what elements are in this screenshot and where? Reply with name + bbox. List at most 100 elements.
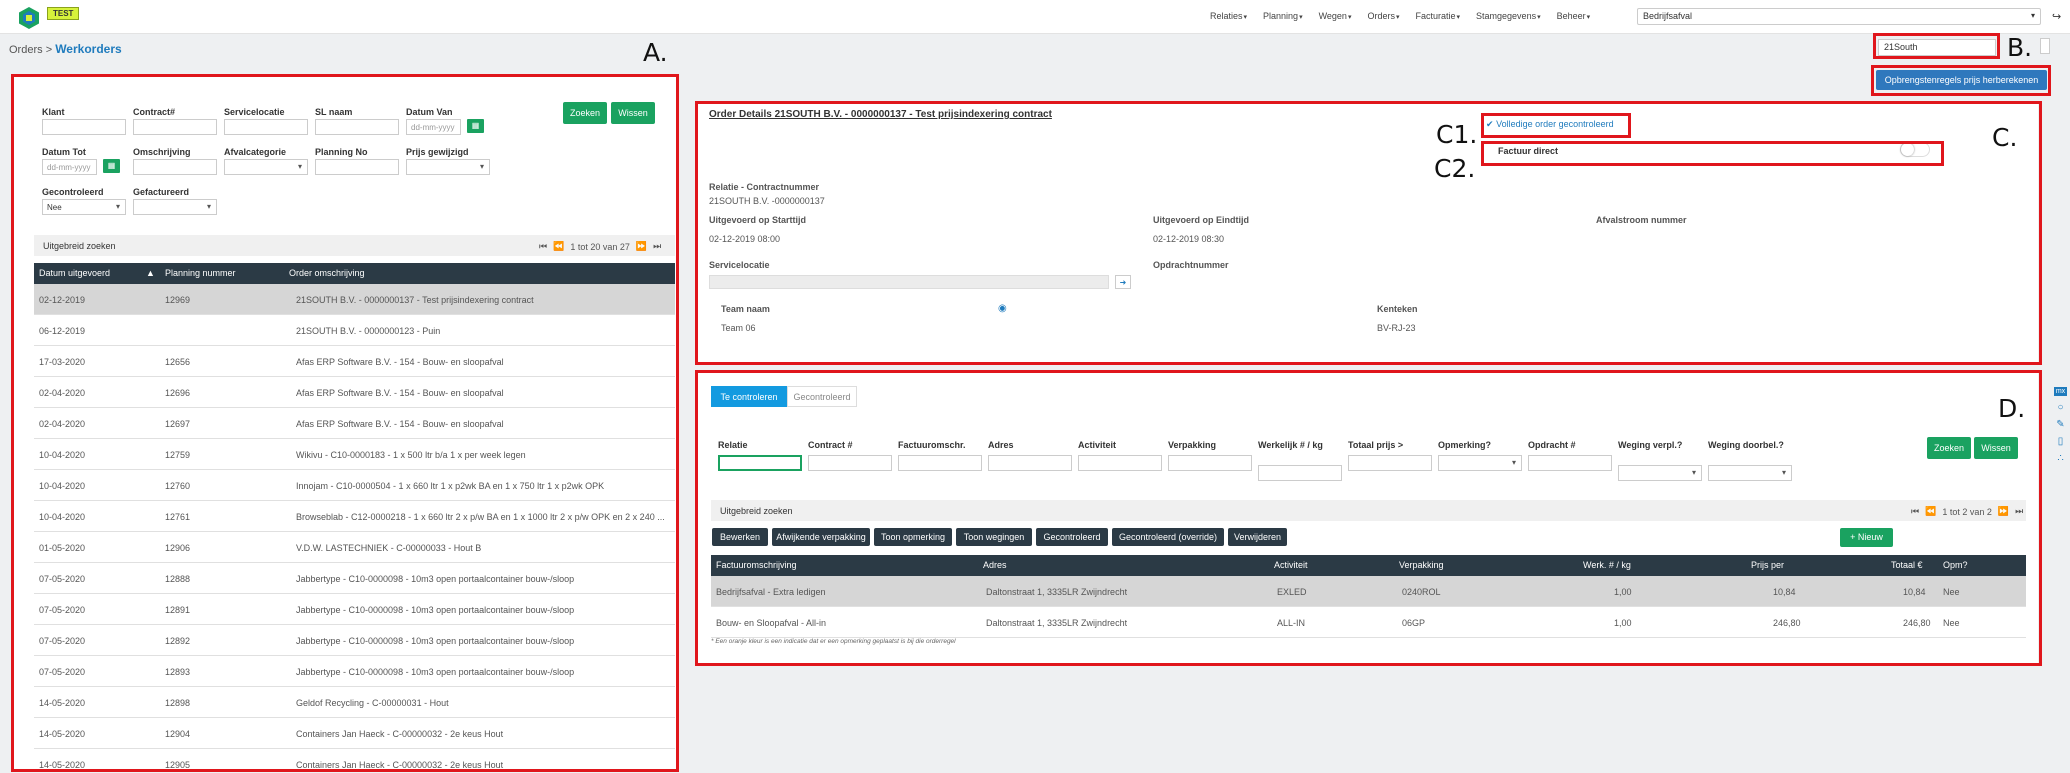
filter-omschrijving-input[interactable]: [133, 159, 217, 175]
filter-contract-input[interactable]: [133, 119, 217, 135]
filter-datum-tot-input[interactable]: dd-mm-yyyy: [42, 159, 97, 175]
col-werk-kg[interactable]: Werk. # / kg: [1583, 560, 1631, 570]
toon-opmerking-button[interactable]: Toon opmerking: [874, 528, 952, 546]
table-row[interactable]: 02-12-2019 12969 21SOUTH B.V. - 0000000137…: [34, 284, 675, 315]
lines-first-page-icon[interactable]: ⏮: [1911, 506, 1919, 517]
table-row[interactable]: 07-05-2020 12892 Jabbertype - C10-0000098 …: [34, 625, 675, 656]
lines-search-button[interactable]: Zoeken: [1927, 437, 1971, 459]
table-row[interactable]: 14-05-2020 12905 Containers Jan Haeck - C-…: [34, 749, 675, 773]
new-line-button[interactable]: + Nieuw: [1840, 528, 1893, 547]
table-row[interactable]: 10-04-2020 12761 Browseblab - C12-0000218 …: [34, 501, 675, 532]
table-row[interactable]: 14-05-2020 12898 Geldof Recycling - C-0000…: [34, 687, 675, 718]
line-filter-input[interactable]: [1708, 465, 1792, 481]
col-totaal[interactable]: Totaal €: [1891, 560, 1923, 570]
table-row[interactable]: 10-04-2020 12759 Wikivu - C10-0000183 - 1 …: [34, 439, 675, 470]
nav-beheer[interactable]: Beheer: [1557, 11, 1591, 21]
gecontroleerd-override-button[interactable]: Gecontroleerd (override): [1112, 528, 1224, 546]
table-row[interactable]: 07-05-2020 12893 Jabbertype - C10-0000098 …: [34, 656, 675, 687]
factuur-direct-toggle[interactable]: [1900, 142, 1930, 157]
gecontroleerd-button[interactable]: Gecontroleerd: [1036, 528, 1108, 546]
nav-stamgegevens[interactable]: Stamgegevens: [1476, 11, 1541, 21]
mx-icon[interactable]: mx: [2053, 387, 2068, 396]
nav-planning[interactable]: Planning: [1263, 11, 1303, 21]
next-page-icon[interactable]: ⏩: [636, 241, 647, 252]
filter-afvalcategorie-select[interactable]: [224, 159, 308, 175]
lines-clear-button[interactable]: Wissen: [1974, 437, 2018, 459]
line-filter-input[interactable]: [808, 455, 892, 471]
eye-icon[interactable]: ◉: [998, 303, 1007, 314]
verwijderen-button[interactable]: Verwijderen: [1228, 528, 1287, 546]
phone-icon[interactable]: ▯: [2058, 436, 2064, 447]
lines-prev-page-icon[interactable]: ⏪: [1925, 506, 1936, 517]
table-row[interactable]: Bedrijfsafval - Extra ledigen Daltonstraa…: [711, 576, 2026, 607]
col-prijs-per[interactable]: Prijs per: [1751, 560, 1784, 570]
tab-te-controleren[interactable]: Te controleren: [711, 386, 787, 407]
filter-clear-button[interactable]: Wissen: [611, 102, 655, 124]
line-filter-input[interactable]: [1618, 465, 1702, 481]
col-datum-uitgevoerd[interactable]: Datum uitgevoerd: [39, 268, 110, 278]
first-page-icon[interactable]: ⏮: [539, 241, 547, 252]
line-filter-input[interactable]: [1258, 465, 1342, 481]
table-row[interactable]: 07-05-2020 12888 Jabbertype - C10-0000098 …: [34, 563, 675, 594]
filter-sl-naam-input[interactable]: [315, 119, 399, 135]
tenant-select[interactable]: Bedrijfsafval: [1637, 8, 2041, 25]
line-filter-input[interactable]: [1078, 455, 1162, 471]
col-opm[interactable]: Opm?: [1943, 560, 1968, 570]
table-row[interactable]: 02-04-2020 12697 Afas ERP Software B.V. - …: [34, 408, 675, 439]
share-icon[interactable]: ∴: [2057, 453, 2063, 464]
extended-search-toggle[interactable]: Uitgebreid zoeken: [43, 241, 116, 251]
filter-datum-van-input[interactable]: dd-mm-yyyy: [406, 119, 461, 135]
line-filter-input[interactable]: [1348, 455, 1432, 471]
filter-prijs-gewijzigd-select[interactable]: [406, 159, 490, 175]
filter-gecontroleerd-select[interactable]: Nee: [42, 199, 126, 215]
toon-wegingen-button[interactable]: Toon wegingen: [956, 528, 1032, 546]
line-filter-input[interactable]: [718, 455, 802, 471]
line-filter-input[interactable]: [898, 455, 982, 471]
global-search-input[interactable]: 21South: [1878, 39, 1996, 56]
filter-servicelocatie-input[interactable]: [224, 119, 308, 135]
table-row[interactable]: 01-05-2020 12906 V.D.W. LASTECHNIEK - C-00…: [34, 532, 675, 563]
pencil-icon[interactable]: ✎: [2056, 419, 2064, 430]
last-page-icon[interactable]: ⏭: [653, 241, 661, 252]
filter-search-button[interactable]: Zoeken: [563, 102, 607, 124]
filter-klant-input[interactable]: [42, 119, 126, 135]
breadcrumb-parent[interactable]: Orders: [9, 44, 43, 56]
filter-planning-no-input[interactable]: [315, 159, 399, 175]
full-order-checked-link[interactable]: ✔ Volledige order gecontroleerd: [1486, 119, 1614, 130]
sort-asc-icon[interactable]: ▲: [146, 268, 155, 278]
col-activiteit[interactable]: Activiteit: [1274, 560, 1308, 570]
table-row[interactable]: 07-05-2020 12891 Jabbertype - C10-0000098 …: [34, 594, 675, 625]
nav-wegen[interactable]: Wegen: [1319, 11, 1352, 21]
table-row[interactable]: Bouw- en Sloopafval - All-in Daltonstraat…: [711, 607, 2026, 638]
logout-icon[interactable]: ↪: [2052, 10, 2061, 23]
line-filter-input[interactable]: [1168, 455, 1252, 471]
table-row[interactable]: 02-04-2020 12696 Afas ERP Software B.V. - …: [34, 377, 675, 408]
tab-gecontroleerd[interactable]: Gecontroleerd: [787, 386, 857, 407]
table-row[interactable]: 17-03-2020 12656 Afas ERP Software B.V. - …: [34, 346, 675, 377]
prev-page-icon[interactable]: ⏪: [553, 241, 564, 252]
nav-facturatie[interactable]: Facturatie: [1415, 11, 1460, 21]
chat-icon[interactable]: ○: [2057, 402, 2063, 413]
line-filter-input[interactable]: [988, 455, 1072, 471]
col-order-omschrijving[interactable]: Order omschrijving: [289, 268, 365, 278]
app-logo[interactable]: [18, 6, 40, 30]
nav-orders[interactable]: Orders: [1367, 11, 1399, 21]
col-planning-nummer[interactable]: Planning nummer: [165, 268, 236, 278]
table-row[interactable]: 14-05-2020 12904 Containers Jan Haeck - C-…: [34, 718, 675, 749]
recalc-price-button[interactable]: Opbrengstenregels prijs herberekenen: [1876, 70, 2047, 90]
edit-button[interactable]: Bewerken: [712, 528, 768, 546]
col-factuuromschrijving[interactable]: Factuuromschrijving: [716, 560, 797, 570]
col-verpakking[interactable]: Verpakking: [1399, 560, 1444, 570]
nav-relaties[interactable]: Relaties: [1210, 11, 1247, 21]
servicelocatie-goto-button[interactable]: ➜: [1115, 275, 1131, 289]
lines-extended-search-toggle[interactable]: Uitgebreid zoeken: [720, 506, 793, 516]
line-filter-input[interactable]: [1438, 455, 1522, 471]
lines-last-page-icon[interactable]: ⏭: [2015, 506, 2023, 517]
datum-tot-calendar-icon[interactable]: ▦: [103, 159, 120, 173]
filter-gefactureerd-select[interactable]: [133, 199, 217, 215]
panel-toggle-button[interactable]: [2040, 38, 2050, 54]
table-row[interactable]: 06-12-2019 21SOUTH B.V. - 0000000123 - Pu…: [34, 315, 675, 346]
afwijkende-verpakking-button[interactable]: Afwijkende verpakking: [772, 528, 870, 546]
line-filter-input[interactable]: [1528, 455, 1612, 471]
lines-next-page-icon[interactable]: ⏩: [1998, 506, 2009, 517]
